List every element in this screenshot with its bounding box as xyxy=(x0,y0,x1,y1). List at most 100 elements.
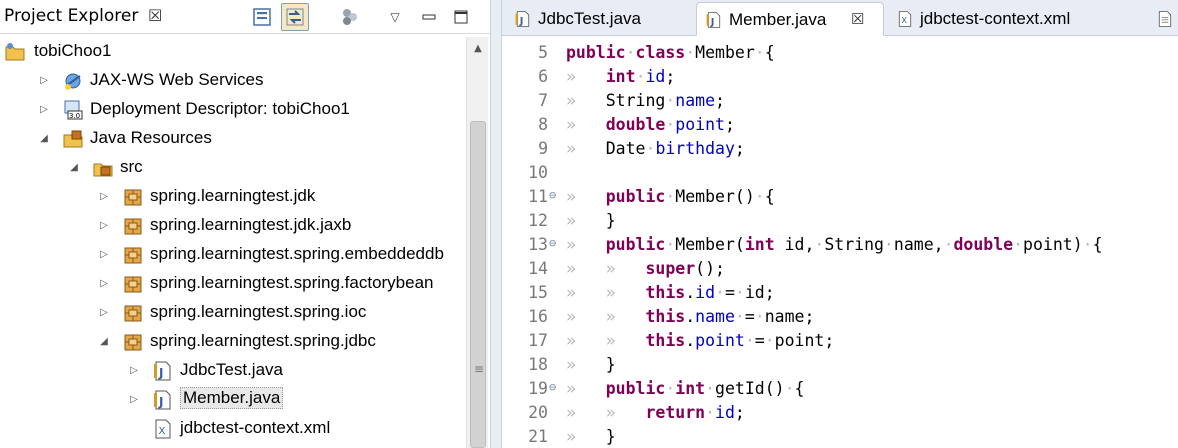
collapse-arrow-icon[interactable]: ◢ xyxy=(38,133,50,145)
code-token: } xyxy=(605,355,616,374)
minimize-button[interactable] xyxy=(415,3,443,31)
expand-arrow-icon[interactable]: ▷ xyxy=(38,104,50,116)
tree-item[interactable]: Xjdbctest-context.xml xyxy=(0,415,465,444)
code-token: Member() xyxy=(675,187,755,206)
fold-toggle-icon[interactable]: ⊖ xyxy=(549,236,556,250)
whitespace-marker: » » xyxy=(566,331,646,350)
line-number: 8 xyxy=(538,115,548,134)
collapse-arrow-icon[interactable]: ◢ xyxy=(68,162,80,174)
editor-tab[interactable]: Xjdbctest-context.xml xyxy=(888,2,1144,36)
expand-arrow-icon[interactable]: ▷ xyxy=(38,75,50,87)
expand-arrow-icon[interactable]: ▷ xyxy=(98,249,110,261)
tree-scrollbar[interactable]: ▲ ≡ xyxy=(466,37,488,448)
tree-item[interactable]: ◢ spring.learningtest.spring.jdbc xyxy=(0,328,465,357)
code-keyword: int xyxy=(675,379,706,398)
code-line[interactable]: 10 xyxy=(502,161,1178,185)
tree-item[interactable]: ◢ src xyxy=(0,154,465,183)
fold-toggle-icon[interactable]: ⊖ xyxy=(549,188,556,202)
tree-item-label: spring.learningtest.jdk xyxy=(150,186,316,205)
tree-item-label: src xyxy=(120,157,143,176)
code-token: id, xyxy=(774,235,815,254)
tree-item[interactable]: ▷ spring.learningtest.jdk xyxy=(0,183,465,212)
tree-item[interactable]: ▷ spring.learningtest.spring.factorybean xyxy=(0,270,465,299)
tree-item[interactable]: tobiChoo1 xyxy=(0,38,465,67)
code-area[interactable]: 5 public·class·Member·{6» int·id; 7» Strin… xyxy=(502,37,1178,448)
code-field: id xyxy=(695,283,716,302)
source-folder-icon xyxy=(92,157,114,179)
close-tab-icon[interactable]: ☒ xyxy=(851,10,864,28)
expand-arrow-icon[interactable]: ▷ xyxy=(98,220,110,232)
code-line[interactable]: 12 » } xyxy=(502,209,1178,233)
tree-item[interactable]: ▷ J Member.java xyxy=(0,386,465,415)
code-line[interactable]: 11 ⊖» public·Member()·{ xyxy=(502,185,1178,209)
close-view-icon[interactable]: ☒ xyxy=(148,6,162,25)
code-token: String xyxy=(605,91,666,110)
tree-item[interactable]: ◢ Java Resources xyxy=(0,125,465,154)
code-line[interactable]: 18 » } xyxy=(502,353,1178,377)
scroll-up-icon[interactable]: ▲ xyxy=(467,43,489,59)
minimize-icon xyxy=(422,14,436,20)
view-menu-button[interactable]: ▽ xyxy=(381,3,409,31)
whitespace-marker: · xyxy=(734,283,745,302)
whitespace-marker: · xyxy=(1013,235,1024,254)
link-with-editor-button[interactable] xyxy=(281,3,309,31)
code-keyword: int xyxy=(744,235,775,254)
collapse-arrow-icon[interactable]: ◢ xyxy=(98,336,110,348)
editor-tab[interactable]: J JdbcTest.java xyxy=(506,2,694,36)
collapse-all-button[interactable] xyxy=(248,3,276,31)
expand-arrow-icon[interactable]: ▷ xyxy=(128,365,140,377)
whitespace-marker: · xyxy=(754,307,765,326)
code-token: Date xyxy=(605,139,646,158)
code-token: = xyxy=(744,307,755,326)
code-keyword: public xyxy=(605,379,666,398)
code-line[interactable]: 14 » » super(); xyxy=(502,257,1178,281)
code-line[interactable]: 13 ⊖» public·Member(int id,·String·name,·… xyxy=(502,233,1178,257)
collapse-all-icon xyxy=(253,8,271,26)
code-line[interactable]: 20 » » return·id; xyxy=(502,401,1178,425)
code-line[interactable]: 16» » this.name·=·name; xyxy=(502,305,1178,329)
expand-arrow-icon[interactable]: ▷ xyxy=(98,307,110,319)
tree-item[interactable]: ▷ spring.learningtest.spring.ioc xyxy=(0,299,465,328)
code-field: point xyxy=(695,331,745,350)
tree-item[interactable]: ▷ spring.learningtest.jdk.jaxb xyxy=(0,212,465,241)
project-explorer-tab[interactable]: Project Explorer xyxy=(4,6,138,26)
code-token: ; xyxy=(715,91,725,110)
code-text: » public·int·getId()·{ xyxy=(566,379,804,398)
focus-on-active-task-button[interactable] xyxy=(336,3,364,31)
code-text: » public·Member()·{ xyxy=(566,187,775,206)
code-line[interactable]: 5 public·class·Member·{ xyxy=(502,41,1178,65)
editor-tab[interactable] xyxy=(1148,2,1178,36)
tree-item[interactable]: ▷ J JdbcTest.java xyxy=(0,357,465,386)
scrollbar-thumb[interactable]: ≡ xyxy=(470,121,486,448)
panel-sash[interactable] xyxy=(490,0,502,448)
whitespace-marker: · xyxy=(764,331,775,350)
whitespace-marker: · xyxy=(665,91,676,110)
code-line[interactable]: 21 » } xyxy=(502,425,1178,448)
code-line[interactable]: 19 ⊖» public·int·getId()·{ xyxy=(502,377,1178,401)
expand-arrow-icon[interactable]: ▷ xyxy=(98,278,110,290)
maximize-button[interactable] xyxy=(447,3,475,31)
whitespace-marker: » xyxy=(566,379,606,398)
whitespace-marker: · xyxy=(665,187,676,206)
tree-item[interactable]: ▷ 3.0 Deployment Descriptor: tobiChoo1 xyxy=(0,96,465,125)
code-line[interactable]: 6 » int·id; xyxy=(502,65,1178,89)
code-line[interactable]: 15» » this.id·=·id; xyxy=(502,281,1178,305)
editor-tab[interactable]: J Member.java ☒ xyxy=(696,2,884,36)
fold-toggle-icon[interactable]: ⊖ xyxy=(549,380,556,394)
code-token: { xyxy=(764,187,775,206)
whitespace-marker: · xyxy=(744,331,755,350)
whitespace-marker: » xyxy=(566,187,606,206)
svg-text:X: X xyxy=(159,426,166,437)
package-icon xyxy=(122,273,144,295)
task-focus-icon xyxy=(343,9,357,25)
code-line[interactable]: 17» » this.point·=·point; xyxy=(502,329,1178,353)
tree-item[interactable]: ▷ spring.learningtest.spring.embeddeddb xyxy=(0,241,465,270)
project-explorer-header: Project Explorer ☒ ▽ xyxy=(0,0,490,34)
code-line[interactable]: 9 » Date·birthday; xyxy=(502,137,1178,161)
expand-arrow-icon[interactable]: ▷ xyxy=(98,191,110,203)
code-line[interactable]: 8 » double·point; xyxy=(502,113,1178,137)
code-token: Member xyxy=(695,43,755,62)
tree-item[interactable]: ▷ JAX-WS Web Services xyxy=(0,67,465,96)
expand-arrow-icon[interactable]: ▷ xyxy=(128,394,140,406)
code-line[interactable]: 7 » String·name; xyxy=(502,89,1178,113)
